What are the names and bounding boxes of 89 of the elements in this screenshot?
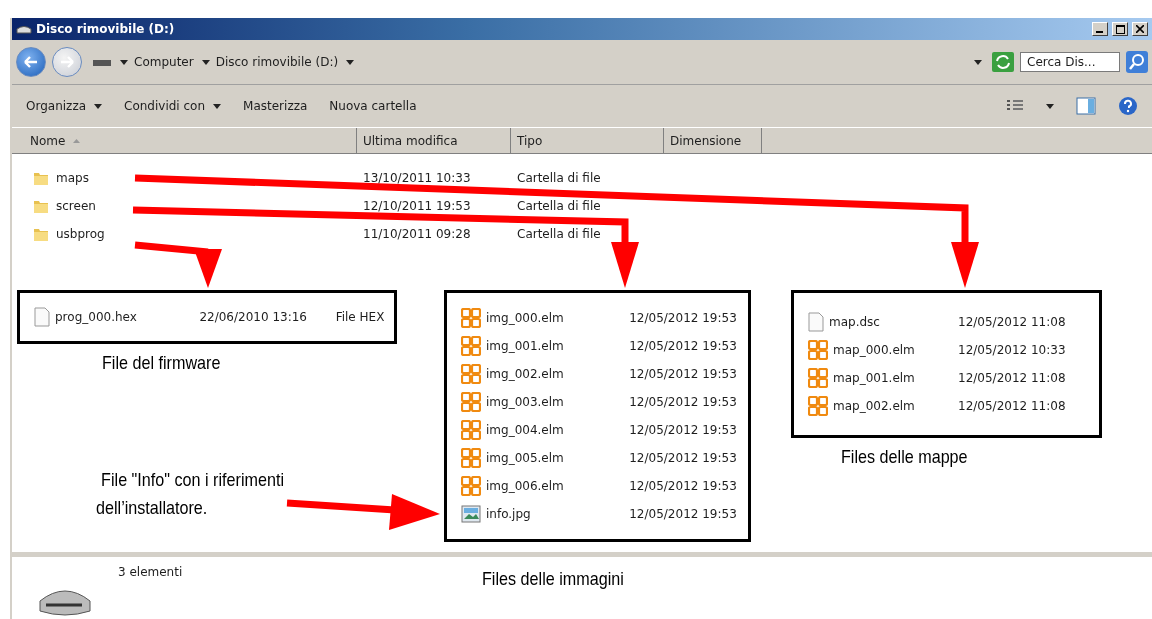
file-name: img_003.elm bbox=[486, 395, 564, 409]
table-cell-text: 12/05/2012 10:33 bbox=[958, 343, 1067, 357]
table-cell-text: 12/05/2012 19:53 bbox=[629, 423, 738, 437]
elm-file-icon bbox=[461, 308, 481, 328]
annotation-caption: File del firmware bbox=[102, 352, 221, 374]
close-icon bbox=[1136, 25, 1144, 33]
table-cell-text: 22/06/2010 13:16 bbox=[199, 310, 308, 324]
forward-arrow-icon bbox=[59, 55, 75, 69]
file-row[interactable]: usbprog 11/10/2011 09:28 Cartella di file bbox=[12, 220, 1152, 248]
elm-file-icon bbox=[808, 340, 828, 360]
refresh-icon[interactable] bbox=[992, 52, 1014, 72]
elm-file-icon bbox=[808, 368, 828, 388]
elm-file-icon bbox=[461, 476, 481, 496]
annotation-caption: Files delle immagini bbox=[482, 568, 624, 590]
breadcrumb-link[interactable]: Disco rimovibile (D:) bbox=[215, 55, 339, 69]
table-cell-text: Cartella di file bbox=[516, 227, 602, 241]
file-name: usbprog bbox=[56, 227, 105, 241]
table-cell-text: 12/05/2012 19:53 bbox=[629, 451, 738, 465]
elm-file-icon bbox=[461, 420, 481, 440]
table-cell-text: 12/05/2012 11:08 bbox=[958, 371, 1067, 385]
file-name: info.jpg bbox=[486, 507, 531, 521]
drive-icon bbox=[16, 24, 32, 34]
file-row[interactable]: screen 12/10/2011 19:53 Cartella di file bbox=[12, 192, 1152, 220]
caret-icon bbox=[1046, 103, 1054, 109]
table-cell-text: 12/05/2012 11:08 bbox=[958, 399, 1067, 413]
window-title: Disco rimovibile (D:) bbox=[36, 22, 176, 36]
file-name: prog_000.hex bbox=[55, 310, 137, 324]
caret-icon bbox=[346, 59, 355, 65]
caret-icon bbox=[94, 103, 103, 109]
minimize-button[interactable] bbox=[1092, 22, 1108, 36]
file-name: map_002.elm bbox=[833, 399, 915, 413]
file-row[interactable]: maps 13/10/2011 10:33 Cartella di file bbox=[12, 164, 1152, 192]
table-cell-text: 12/05/2012 11:08 bbox=[958, 315, 1067, 329]
caret-icon bbox=[201, 59, 210, 65]
document-icon bbox=[808, 312, 824, 332]
forward-button[interactable] bbox=[52, 47, 82, 77]
document-icon bbox=[34, 307, 50, 327]
search-icon[interactable] bbox=[1126, 51, 1148, 73]
back-arrow-icon bbox=[23, 55, 39, 69]
caret-icon bbox=[120, 59, 128, 65]
file-name: map.dsc bbox=[829, 315, 880, 329]
table-cell-text: 12/10/2011 19:53 bbox=[362, 199, 472, 213]
elm-file-icon bbox=[461, 392, 481, 412]
table-cell-text: 12/05/2012 19:53 bbox=[629, 395, 738, 409]
back-button[interactable] bbox=[16, 47, 46, 77]
close-button[interactable] bbox=[1132, 22, 1148, 36]
toolbar-button[interactable]: Nuova cartella bbox=[329, 97, 417, 115]
table-cell-text: 12/05/2012 19:53 bbox=[629, 479, 738, 493]
annotation-note: File "Info" con i riferimenti dell’installatore. bbox=[96, 468, 285, 520]
annotation-caption: Files delle mappe bbox=[841, 446, 968, 468]
file-name: img_000.elm bbox=[486, 311, 564, 325]
file-name: img_006.elm bbox=[486, 479, 564, 493]
status-text: 3 elementi bbox=[118, 565, 183, 581]
file-name: img_004.elm bbox=[486, 423, 564, 437]
maximize-icon bbox=[1115, 24, 1125, 34]
help-icon[interactable] bbox=[1118, 96, 1138, 116]
search-field[interactable]: Cerca Dis... bbox=[1020, 52, 1120, 72]
table-cell-text: Cartella di file bbox=[516, 171, 602, 185]
table-cell-text: 12/05/2012 19:53 bbox=[629, 367, 738, 381]
elm-file-icon bbox=[461, 448, 481, 468]
file-name: map_001.elm bbox=[833, 371, 915, 385]
file-name: img_005.elm bbox=[486, 451, 564, 465]
drive-icon bbox=[92, 57, 112, 67]
image-file-icon bbox=[461, 505, 481, 523]
elm-file-icon bbox=[461, 336, 481, 356]
table-cell-text: File HEX bbox=[335, 310, 386, 324]
breadcrumb-link[interactable]: Computer bbox=[134, 55, 194, 69]
preview-pane-icon[interactable] bbox=[1076, 97, 1096, 115]
file-name: img_001.elm bbox=[486, 339, 564, 353]
table-cell-text: 12/05/2012 19:53 bbox=[629, 507, 738, 521]
table-cell-text: Cartella di file bbox=[516, 199, 602, 213]
table-cell-text: 13/10/2011 10:33 bbox=[362, 171, 472, 185]
table-cell-text: 12/05/2012 19:53 bbox=[629, 339, 738, 353]
elm-file-icon bbox=[808, 396, 828, 416]
caret-icon bbox=[974, 59, 982, 65]
sort-arrow-icon bbox=[73, 138, 81, 143]
elm-file-icon bbox=[461, 364, 481, 384]
file-name: map_000.elm bbox=[833, 343, 915, 357]
file-name: maps bbox=[56, 171, 89, 185]
maximize-button[interactable] bbox=[1112, 22, 1128, 36]
table-cell-text: 11/10/2011 09:28 bbox=[362, 227, 472, 241]
toolbar-button[interactable]: Condividi con bbox=[124, 97, 222, 115]
toolbar-button[interactable]: Organizza bbox=[26, 97, 103, 115]
file-name: img_002.elm bbox=[486, 367, 564, 381]
caret-icon bbox=[213, 103, 222, 109]
view-list-icon[interactable] bbox=[1006, 99, 1024, 113]
toolbar-button[interactable]: Masterizza bbox=[243, 97, 308, 115]
table-cell-text: 12/05/2012 19:53 bbox=[629, 311, 738, 325]
file-name: screen bbox=[56, 199, 96, 213]
